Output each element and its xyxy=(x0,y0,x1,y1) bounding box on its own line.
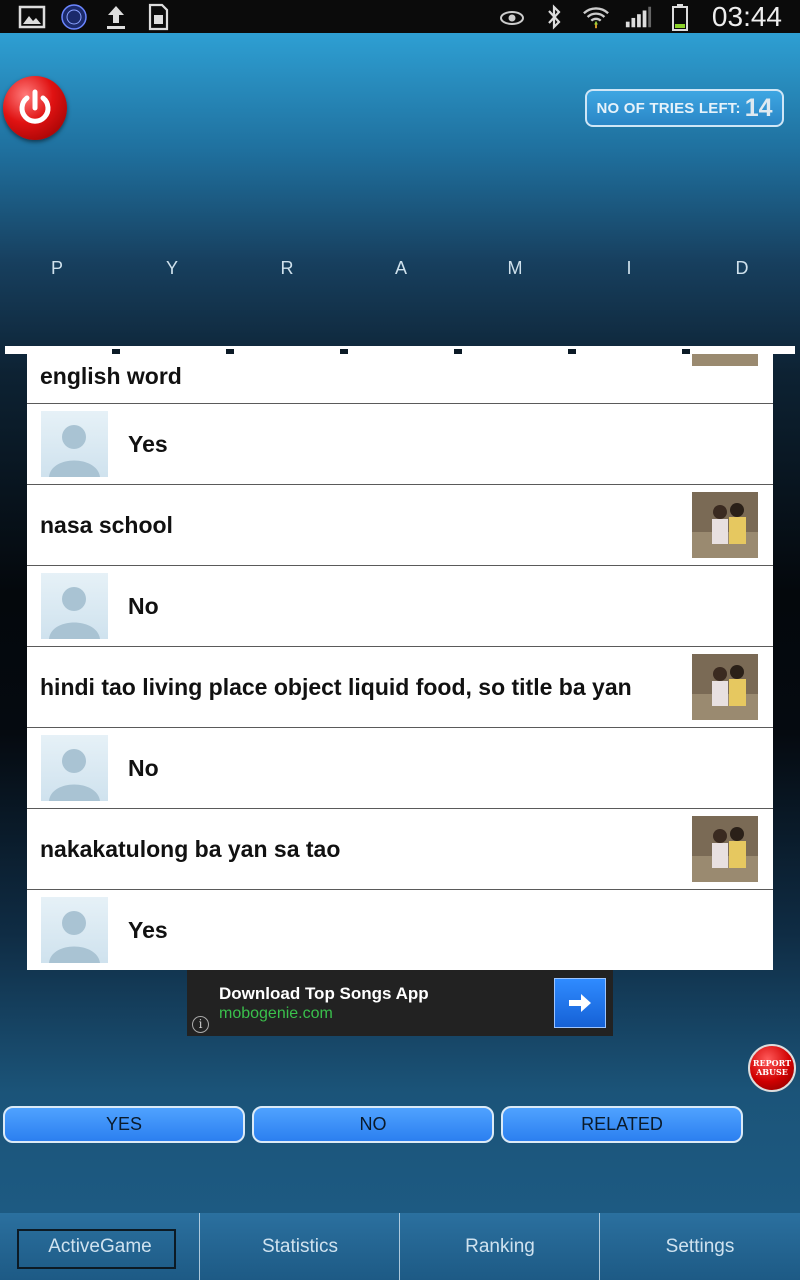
letter-divider-strip xyxy=(5,346,795,354)
question-answer-list[interactable]: english word Yes nasa school No hindi ta… xyxy=(27,354,773,970)
tab-statistics[interactable]: Statistics xyxy=(200,1213,400,1280)
report-abuse-label: REPORT ABUSE xyxy=(752,1058,792,1077)
default-avatar-icon xyxy=(41,735,108,801)
upload-icon xyxy=(102,4,130,30)
question-text: hindi tao living place object liquid foo… xyxy=(40,673,632,700)
bluetooth-icon xyxy=(540,3,568,30)
eye-icon xyxy=(498,4,526,30)
status-bar: 03:44 xyxy=(0,0,800,33)
info-icon[interactable]: i xyxy=(192,1016,209,1033)
clock: 03:44 xyxy=(711,0,782,32)
player-photo xyxy=(692,816,758,882)
list-item: hindi tao living place object liquid foo… xyxy=(27,647,773,728)
word-letter: M xyxy=(507,258,523,278)
gallery-icon xyxy=(18,4,46,30)
secret-word-app-icon xyxy=(60,3,88,30)
word-letter: P xyxy=(50,258,63,278)
ad-banner[interactable]: Download Top Songs App mobogenie.com i xyxy=(187,970,613,1036)
word-letter: A xyxy=(394,258,407,278)
yes-button[interactable]: YES xyxy=(3,1106,245,1143)
list-item: nasa school xyxy=(27,485,773,566)
tab-activegame[interactable]: ActiveGame xyxy=(0,1213,200,1280)
tries-left-label: NO OF TRIES LEFT: xyxy=(596,99,741,117)
wifi-icon xyxy=(582,4,610,30)
active-tab-indicator xyxy=(17,1229,176,1269)
default-avatar-icon xyxy=(41,573,108,639)
tab-label: Settings xyxy=(665,1236,735,1257)
question-text: nasa school xyxy=(40,511,173,538)
player-photo xyxy=(692,654,758,720)
status-right-icons: 03:44 xyxy=(498,1,782,33)
power-icon xyxy=(19,89,51,124)
arrow-right-icon xyxy=(569,994,591,1012)
tab-settings[interactable]: Settings xyxy=(600,1213,800,1280)
list-item: Yes xyxy=(27,404,773,485)
list-item: No xyxy=(27,566,773,647)
answer-text: No xyxy=(128,592,159,619)
tab-label: Ranking xyxy=(465,1236,535,1257)
battery-icon xyxy=(666,3,694,31)
question-text: nakakatulong ba yan sa tao xyxy=(40,835,341,862)
word-letter: D xyxy=(735,258,749,278)
player-photo xyxy=(692,492,758,558)
bottom-tab-bar: ActiveGame Statistics Ranking Settings xyxy=(0,1213,800,1280)
ad-open-button[interactable] xyxy=(554,978,606,1028)
secret-word-letters: P Y R A M I D xyxy=(0,258,800,284)
signal-icon xyxy=(624,4,652,30)
status-left-icons xyxy=(18,3,172,30)
default-avatar-icon xyxy=(41,411,108,477)
list-item: Yes xyxy=(27,890,773,970)
tries-left-value: 14 xyxy=(744,93,773,122)
power-button[interactable] xyxy=(3,76,67,140)
report-abuse-button[interactable]: REPORT ABUSE xyxy=(748,1044,796,1092)
list-item: english word xyxy=(27,354,773,404)
list-item: No xyxy=(27,728,773,809)
answer-text: Yes xyxy=(128,430,168,457)
ad-title: Download Top Songs App xyxy=(219,984,429,1003)
question-text: english word xyxy=(40,363,182,389)
ad-url: mobogenie.com xyxy=(219,1005,333,1022)
tries-left-badge: NO OF TRIES LEFT: 14 xyxy=(585,89,784,127)
answer-text: Yes xyxy=(128,916,168,943)
no-button[interactable]: NO xyxy=(252,1106,494,1143)
list-item: nakakatulong ba yan sa tao xyxy=(27,809,773,890)
tab-ranking[interactable]: Ranking xyxy=(400,1213,600,1280)
word-letter: Y xyxy=(165,258,178,278)
player-photo xyxy=(692,354,758,366)
sd-card-icon xyxy=(144,3,172,30)
word-letter: I xyxy=(626,258,632,278)
related-button[interactable]: RELATED xyxy=(501,1106,743,1143)
tab-label: Statistics xyxy=(261,1236,339,1257)
word-letter: R xyxy=(280,258,294,278)
default-avatar-icon xyxy=(41,897,108,963)
answer-text: No xyxy=(128,754,159,781)
